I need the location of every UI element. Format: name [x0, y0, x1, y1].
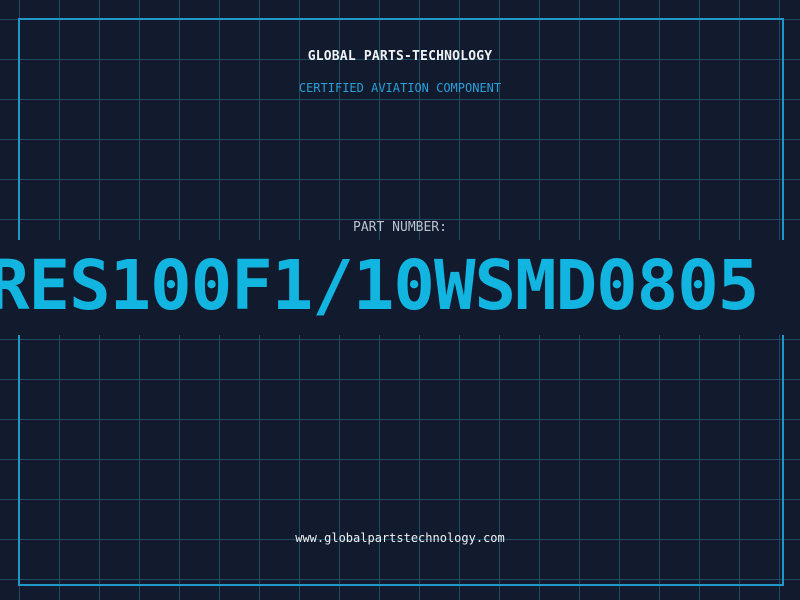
website-url: www.globalpartstechnology.com — [295, 531, 505, 545]
certification-subtitle: CERTIFIED AVIATION COMPONENT — [298, 81, 502, 95]
part-number-value: RES100F1/10WSMD0805 — [0, 254, 759, 318]
part-number-label: PART NUMBER: — [353, 220, 447, 235]
label-card: GLOBAL PARTS-TECHNOLOGY CERTIFIED AVIATI… — [0, 0, 800, 600]
company-name: GLOBAL PARTS-TECHNOLOGY — [307, 49, 493, 64]
